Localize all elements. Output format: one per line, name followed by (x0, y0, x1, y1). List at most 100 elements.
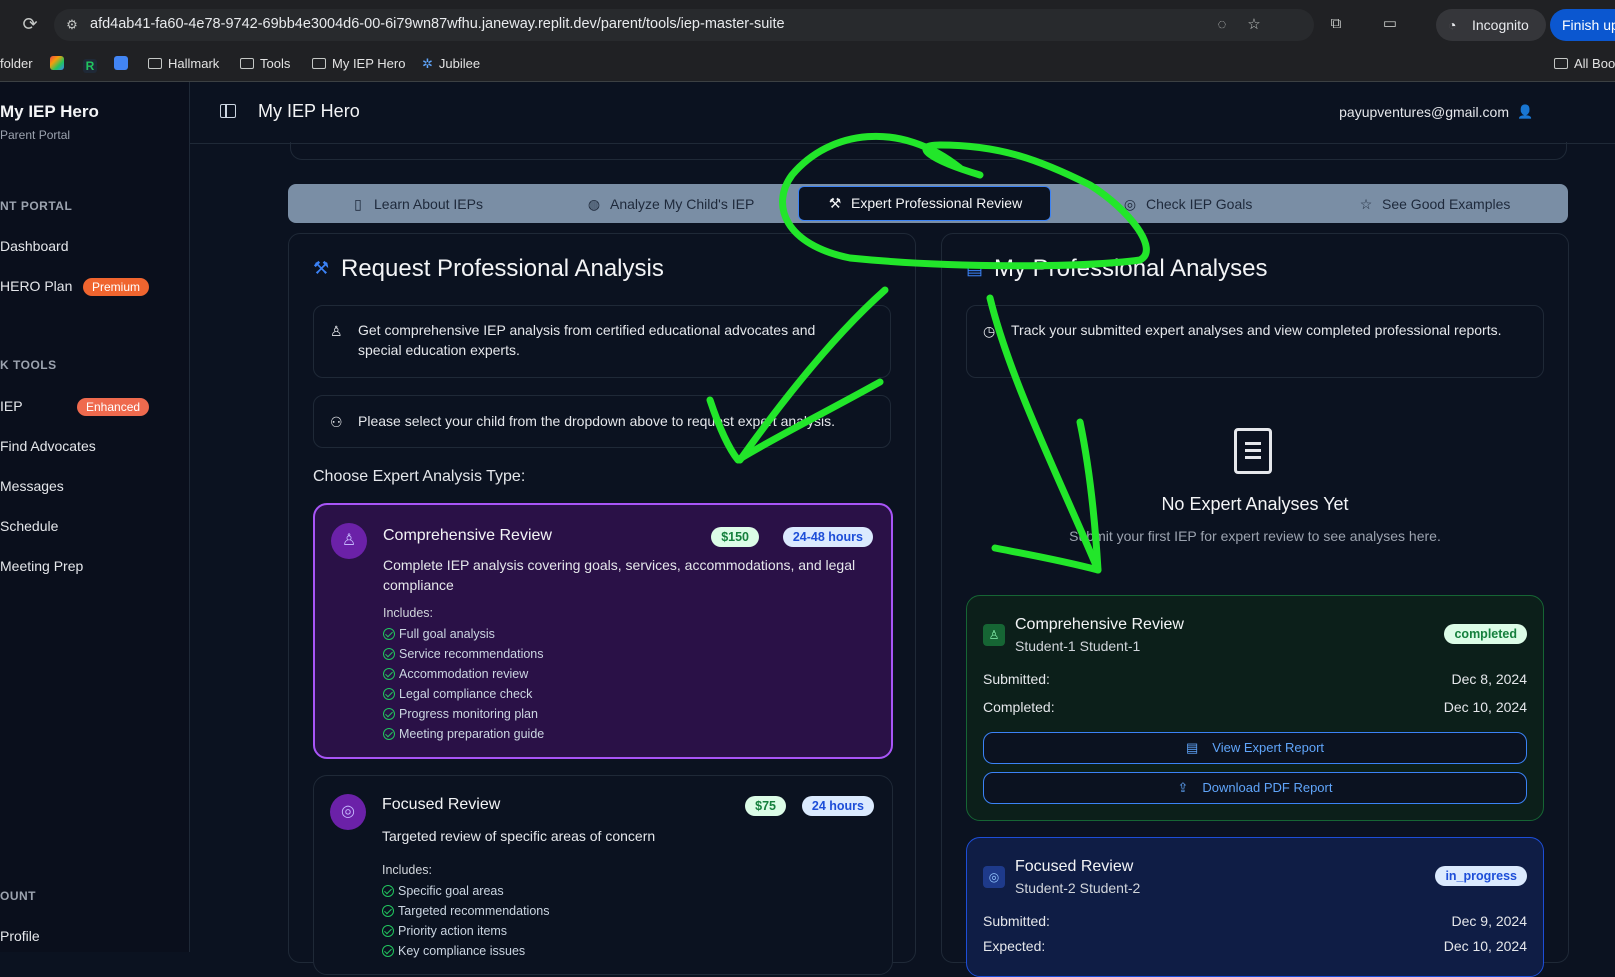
app-header: My IEP Hero payupventures@gmail.com 👤 (190, 82, 1615, 144)
award-icon: ♙ (331, 523, 367, 559)
analyses-title: My Professional Analyses (994, 255, 1268, 282)
sidebar-item-hero-plan[interactable]: HERO Plan (0, 278, 72, 294)
view-expert-report-button[interactable]: ▤ View Expert Report (983, 732, 1527, 764)
tab-expert-review[interactable]: ⚒ Expert Professional Review (798, 186, 1052, 221)
bookmark-rainbow[interactable] (50, 56, 64, 71)
option-description: Targeted review of specific areas of con… (382, 828, 656, 844)
cast-icon[interactable]: ▭ (1380, 14, 1400, 34)
brand-title[interactable]: My IEP Hero (0, 102, 99, 122)
includes-label: Includes: (383, 606, 434, 620)
user-icon[interactable]: 👤 (1517, 104, 1533, 120)
bookmark-hallmark[interactable]: Hallmark (148, 56, 219, 71)
bookmark-all[interactable]: All Boo (1554, 56, 1615, 71)
extensions-icon[interactable]: ⧉ (1326, 14, 1346, 34)
check-circle-icon (383, 648, 395, 660)
time-badge: 24-48 hours (782, 527, 873, 547)
price-badge: $75 (745, 796, 786, 816)
sidebar-item-meeting-prep[interactable]: Meeting Prep (0, 558, 83, 574)
star-icon[interactable]: ☆ (1244, 15, 1264, 35)
tab-good-examples[interactable]: ☆ See Good Examples (1358, 184, 1511, 223)
sidebar-item-profile[interactable]: Profile (0, 928, 40, 944)
feature-item: Priority action items (382, 924, 507, 938)
feature-text: Service recommendations (399, 647, 544, 661)
bookmark-label: All Boo (1574, 56, 1615, 71)
tab-analyze-iep[interactable]: ◍ Analyze My Child's IEP (586, 184, 754, 223)
option-description: Complete IEP analysis covering goals, se… (383, 557, 856, 593)
submitted-label: Submitted: (983, 913, 1050, 929)
bookmark-label: My IEP Hero (332, 56, 406, 71)
option-focused[interactable]: ◎ Focused Review $75 24 hours Targeted r… (313, 775, 893, 975)
award-icon: ♙ (330, 323, 343, 339)
premium-badge: Premium (83, 278, 150, 296)
option-comprehensive[interactable]: ♙ Comprehensive Review $150 24-48 hours … (313, 503, 893, 759)
r-icon: R (83, 59, 97, 73)
address-bar[interactable]: ⚙ afd4ab41-fa60-4e78-9742-69bb4e3004d6-0… (54, 9, 1314, 41)
bookmark-tools[interactable]: Tools (240, 56, 290, 71)
analysis-title: Focused Review (1015, 858, 1134, 875)
download-pdf-button[interactable]: ⇪ Download PDF Report (983, 772, 1527, 804)
submitted-date: Dec 8, 2024 (1451, 671, 1528, 687)
analysis-card-in-progress: ◎ Focused Review Student-2 Student-2 in_… (966, 837, 1544, 977)
incognito-label: Incognito (1472, 17, 1529, 33)
feature-item: Service recommendations (383, 647, 544, 661)
check-circle-icon (382, 885, 394, 897)
page-title: My IEP Hero (258, 101, 360, 121)
check-circle-icon (383, 628, 395, 640)
button-label: View Expert Report (1212, 740, 1325, 755)
eye-off-icon[interactable]: ◌ (1212, 15, 1232, 35)
bookmarks-bar: folder R Hallmark Tools My IEP Hero ✲ Jub… (0, 48, 1615, 82)
app-sidebar: My IEP Hero Parent Portal NT PORTAL Dash… (0, 82, 190, 952)
bookmark-jubilee[interactable]: ✲ Jubilee (422, 56, 480, 72)
status-badge: completed (1444, 624, 1527, 644)
folder-icon (240, 58, 254, 69)
url-text[interactable]: afd4ab41-fa60-4e78-9742-69bb4e3004d6-00-… (90, 16, 785, 32)
request-info-box: ♙ Get comprehensive IEP analysis from ce… (313, 305, 891, 378)
folder-icon (312, 58, 326, 69)
gavel-icon: ⚒ (828, 195, 842, 211)
sidebar-item-iep[interactable]: IEP (0, 398, 23, 414)
sidebar-item-schedule[interactable]: Schedule (0, 518, 58, 534)
feature-item: Full goal analysis (383, 627, 495, 641)
feature-text: Full goal analysis (399, 627, 495, 641)
submitted-label: Submitted: (983, 671, 1050, 687)
bookmark-r[interactable]: R (83, 56, 97, 73)
request-info-text: Get comprehensive IEP analysis from cert… (358, 322, 816, 358)
empty-title: No Expert Analyses Yet (1161, 494, 1349, 514)
includes-label: Includes: (382, 863, 433, 877)
bookmark-label: Jubilee (438, 56, 481, 71)
choose-label: Choose Expert Analysis Type: (313, 468, 526, 485)
feature-item: Meeting preparation guide (383, 727, 544, 741)
target-icon: ◎ (983, 866, 1005, 888)
tab-check-iep-goals[interactable]: ◎ Check IEP Goals (1122, 184, 1252, 223)
feature-text: Key compliance issues (398, 944, 526, 958)
clock-icon: ◷ (983, 323, 996, 339)
tab-label: See Good Examples (1382, 196, 1511, 212)
tab-label: Check IEP Goals (1146, 196, 1253, 212)
tab-learn-about-ieps[interactable]: ▯ Learn About IEPs (350, 184, 483, 223)
bookmark-my-iep-hero[interactable]: My IEP Hero (312, 56, 405, 71)
folder-icon (1554, 58, 1568, 69)
incognito-indicator[interactable]: ◔ Incognito (1436, 9, 1546, 41)
tab-label: Expert Professional Review (851, 195, 1023, 211)
bookmark-folder[interactable]: folder (0, 56, 33, 71)
completed-label: Completed: (983, 699, 1055, 715)
reload-icon[interactable]: ⟳ (20, 14, 40, 34)
sidebar-item-find-advocates[interactable]: Find Advocates (0, 438, 96, 454)
tool-tabs: ▯ Learn About IEPs ◍ Analyze My Child's IE… (288, 184, 1568, 223)
sidebar-item-dashboard[interactable]: Dashboard (0, 238, 69, 254)
site-info-icon[interactable]: ⚙ (64, 17, 80, 33)
incognito-icon: ◔ (1448, 17, 1457, 33)
user-email: payupventures@gmail.com (1339, 104, 1509, 120)
feature-text: Priority action items (398, 924, 508, 938)
bookmark-docs[interactable] (114, 56, 128, 71)
upload-icon: ⇪ (1177, 780, 1189, 795)
section-account: OUNT (0, 889, 36, 903)
feature-text: Accommodation review (399, 667, 529, 681)
finish-update-button[interactable]: Finish upd (1550, 9, 1615, 41)
folder-icon (148, 58, 162, 69)
toggle-sidebar-icon[interactable] (220, 104, 236, 118)
sidebar-item-messages[interactable]: Messages (0, 478, 64, 494)
feature-text: Legal compliance check (399, 687, 533, 701)
analysis-card-completed: ♙ Comprehensive Review Student-1 Student… (966, 595, 1544, 821)
analysis-student: Student-1 Student-1 (1015, 638, 1141, 654)
